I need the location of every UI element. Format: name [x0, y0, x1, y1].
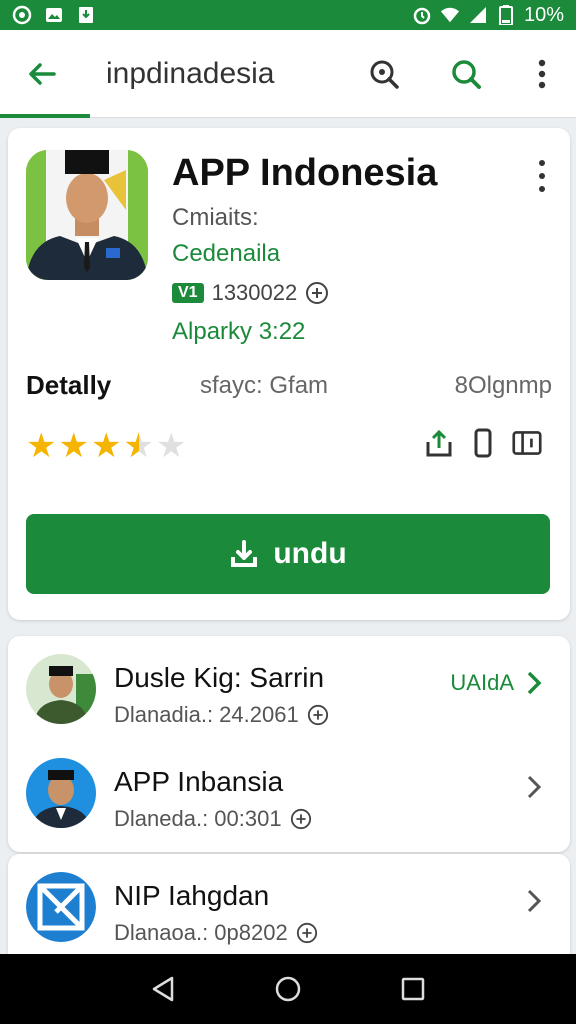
nav-recents-button[interactable] — [393, 969, 433, 1009]
search-button[interactable] — [438, 46, 494, 102]
list-item-title: Dusle Kig: Sarrin — [114, 662, 325, 693]
list-item[interactable]: APP Inbansia Dlaneda.: 00:301 — [8, 740, 570, 844]
list-item-subtitle: Dlanadia.: 24.2061 — [114, 702, 329, 728]
battery-icon — [496, 5, 516, 25]
square-recents-icon — [402, 977, 425, 1001]
app-meta-label: Cmiaits: — [172, 204, 259, 231]
arrow-left-icon — [29, 62, 56, 85]
list-item-subtitle-text: Dlaneda.: 00:301 — [114, 806, 282, 831]
star-icon: ★ — [90, 427, 122, 465]
download-icon — [76, 5, 96, 25]
record-icon — [12, 5, 32, 25]
add-circle-icon — [290, 808, 311, 830]
nav-back-button[interactable] — [143, 969, 183, 1009]
chevron-right-icon — [527, 671, 542, 695]
list-item-title: NIP Iahgdan — [114, 880, 270, 911]
app-developer[interactable]: Cedenaila — [172, 240, 280, 268]
list-item-subtitle: Dlanaoa.: 0p8202 — [114, 920, 318, 946]
star-empty-icon: ★ — [155, 427, 187, 465]
tablet-icon[interactable] — [512, 426, 542, 460]
app-name: APP Indonesia — [172, 152, 438, 194]
app-action-icons — [424, 426, 542, 460]
image-icon — [44, 5, 64, 25]
app-version-row: V1 1330022 — [172, 280, 329, 306]
zoom-search-button[interactable] — [356, 46, 412, 102]
chevron-right-icon — [527, 889, 542, 913]
detail-right-value: 8Olgnmp — [454, 372, 552, 399]
download-icon — [231, 540, 258, 567]
app-detail-card: APP Indonesia Cmiaits: Cedenaila V1 1330… — [8, 128, 570, 620]
related-apps-card-2: NIP Iahgdan Dlanaoa.: 0p8202 — [8, 854, 570, 958]
more-vert-icon — [538, 59, 546, 88]
avatar — [26, 872, 96, 942]
list-item-action[interactable]: UAIdA — [450, 668, 544, 698]
app-bar-underline — [0, 114, 90, 118]
avatar — [26, 654, 96, 724]
list-item[interactable]: NIP Iahgdan Dlanaoa.: 0p8202 — [8, 854, 570, 958]
alarm-icon — [412, 5, 432, 25]
star-icon: ★ — [58, 427, 89, 465]
share-download-icon[interactable] — [424, 426, 454, 460]
star-icon: ★ — [26, 427, 57, 465]
detail-mid-value: sfayc: Gfam — [200, 372, 329, 399]
version-number: 1330022 — [211, 280, 298, 305]
zoom-search-icon — [370, 60, 399, 89]
install-label: undu — [273, 537, 347, 570]
rating-stars: ★ ★ ★ ★ ★ — [26, 426, 186, 466]
list-item-subtitle: Dlaneda.: 00:301 — [114, 806, 312, 832]
signal-icon — [468, 5, 488, 25]
app-bar: inpdinadesia — [0, 30, 576, 118]
circle-home-icon — [275, 976, 301, 1002]
status-bar: 10% — [0, 0, 576, 30]
triangle-back-icon — [152, 976, 173, 1002]
list-item-subtitle-text: Dlanadia.: 24.2061 — [114, 702, 299, 727]
app-icon — [26, 150, 148, 280]
related-apps-card: Dusle Kig: Sarrin Dlanadia.: 24.2061 UAI… — [8, 636, 570, 852]
add-circle-icon — [306, 282, 329, 304]
search-icon — [452, 59, 481, 89]
install-button[interactable]: undu — [26, 514, 550, 594]
list-item-title: APP Inbansia — [114, 766, 284, 797]
battery-percent: 10% — [523, 3, 564, 26]
add-circle-icon — [307, 704, 328, 726]
phone-icon[interactable] — [468, 426, 498, 460]
add-circle-icon — [296, 922, 317, 944]
list-item-subtitle-text: Dlanaoa.: 0p8202 — [114, 920, 288, 945]
nav-home-button[interactable] — [268, 969, 308, 1009]
star-half-icon: ★ — [123, 426, 153, 466]
app-update-info: Alparky 3:22 — [172, 318, 306, 345]
back-button[interactable] — [14, 46, 70, 102]
detail-label: Detally — [26, 370, 112, 400]
wifi-icon — [440, 5, 460, 25]
list-item-action[interactable] — [524, 886, 544, 916]
list-item-action-label: UAIdA — [450, 670, 514, 695]
app-more-button[interactable] — [530, 156, 554, 196]
system-nav-bar — [0, 954, 576, 1024]
chevron-right-icon — [527, 775, 542, 799]
avatar — [26, 758, 96, 828]
list-item[interactable]: Dusle Kig: Sarrin Dlanadia.: 24.2061 UAI… — [8, 636, 570, 740]
list-item-action[interactable] — [524, 772, 544, 802]
overflow-menu-button[interactable] — [514, 46, 570, 102]
version-badge: V1 — [172, 283, 204, 303]
app-bar-title: inpdinadesia — [106, 56, 275, 90]
